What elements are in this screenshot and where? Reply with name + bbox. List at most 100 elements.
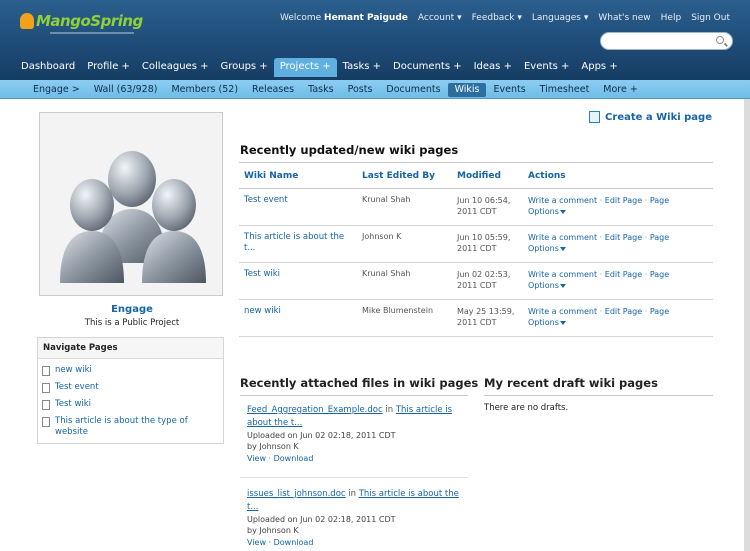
file-link[interactable]: issues_list_johnson.doc xyxy=(247,489,346,499)
page-link[interactable]: Page xyxy=(650,196,669,205)
nav-page-item: This article is about the type of websit… xyxy=(42,416,223,438)
subnav-wall[interactable]: Wall (63/928) xyxy=(87,83,165,97)
tab-events[interactable]: Events + xyxy=(518,58,575,77)
nav-page-item: new wiki xyxy=(42,365,223,376)
tab-projects[interactable]: Projects + xyxy=(273,58,337,77)
options-dropdown[interactable]: Options xyxy=(528,207,566,216)
logo-text: MangoSpring xyxy=(36,12,143,30)
mangospring-logo[interactable]: MangoSpring xyxy=(20,12,143,34)
wiki-name-link[interactable]: Test wiki xyxy=(244,269,280,279)
edit-page-link[interactable]: Edit Page xyxy=(605,307,642,316)
file-link[interactable]: Feed_Aggregation_Example.doc xyxy=(247,405,383,415)
document-icon xyxy=(42,383,50,393)
subnav-members[interactable]: Members (52) xyxy=(164,83,245,97)
subnav-events[interactable]: Events xyxy=(486,83,532,97)
search-input[interactable] xyxy=(600,32,733,50)
project-avatar xyxy=(39,112,223,296)
main-nav: Dashboard Profile + Colleagues + Groups … xyxy=(15,58,624,77)
search-icon[interactable] xyxy=(716,36,724,44)
tab-tasks[interactable]: Tasks + xyxy=(337,58,387,77)
subnav-posts[interactable]: Posts xyxy=(341,83,380,97)
languages-menu[interactable]: Languages ▾ xyxy=(532,13,589,23)
subnav-documents[interactable]: Documents xyxy=(379,83,447,97)
drafts-title: My recent draft wiki pages xyxy=(484,376,658,390)
write-comment-link[interactable]: Write a comment xyxy=(528,196,597,205)
create-wiki-button[interactable]: Create a Wiki page xyxy=(589,111,712,123)
table-row: Test wiki Krunal Shah Jun 02 02:53, 2011… xyxy=(239,262,713,300)
write-comment-link[interactable]: Write a comment xyxy=(528,307,597,316)
tab-documents[interactable]: Documents + xyxy=(387,58,468,77)
row-actions: Write a comment · Edit Page · Page Option… xyxy=(523,262,713,300)
wiki-name-link[interactable]: This article is about the t... xyxy=(244,232,344,253)
table-row: Test event Krunal Shah Jun 10 06:54, 201… xyxy=(239,188,713,226)
col-actions: Actions xyxy=(523,162,713,189)
options-dropdown[interactable]: Options xyxy=(528,244,566,253)
last-edited-by: Johnson K xyxy=(357,225,452,263)
subnav-more[interactable]: More + xyxy=(596,83,645,97)
options-dropdown[interactable]: Options xyxy=(528,318,566,327)
document-icon xyxy=(42,400,50,410)
table-row: new wiki Mike Blumenstein May 25 13:59, … xyxy=(239,299,713,337)
subnav-releases[interactable]: Releases xyxy=(245,83,301,97)
col-last-edited[interactable]: Last Edited By xyxy=(357,162,452,189)
row-actions: Write a comment · Edit Page · Page Option… xyxy=(523,188,713,226)
document-icon xyxy=(42,366,50,376)
project-subnav: Engage > Wall (63/928) Members (52) Rele… xyxy=(0,80,750,99)
caret-down-icon xyxy=(559,246,566,251)
caret-down-icon xyxy=(559,283,566,288)
logo-tagline-bar xyxy=(50,32,134,34)
wiki-name-link[interactable]: Test event xyxy=(244,195,288,205)
attached-file-item: Feed_Aggregation_Example.doc in This art… xyxy=(247,404,462,465)
scrollbar-track[interactable] xyxy=(744,99,750,551)
subnav-engage[interactable]: Engage > xyxy=(26,83,87,97)
account-menu[interactable]: Account ▾ xyxy=(418,13,462,23)
tab-groups[interactable]: Groups + xyxy=(214,58,273,77)
nav-page-link[interactable]: new wiki xyxy=(55,365,92,376)
tab-profile[interactable]: Profile + xyxy=(81,58,136,77)
options-dropdown[interactable]: Options xyxy=(528,281,566,290)
view-link[interactable]: View xyxy=(247,454,266,463)
tab-colleagues[interactable]: Colleagues + xyxy=(136,58,215,77)
edit-page-link[interactable]: Edit Page xyxy=(605,233,642,242)
modified-date: Jun 10 05:59, 2011 CDT xyxy=(452,225,523,263)
nav-page-item: Test event xyxy=(42,382,223,393)
subnav-timesheet[interactable]: Timesheet xyxy=(533,83,597,97)
page-link[interactable]: Page xyxy=(650,270,669,279)
divider xyxy=(240,477,468,478)
col-modified[interactable]: Modified xyxy=(452,162,523,189)
view-link[interactable]: View xyxy=(247,538,266,547)
divider xyxy=(484,395,713,396)
attached-file-item: issues_list_johnson.doc in This article … xyxy=(247,488,462,549)
col-wiki-name[interactable]: Wiki Name xyxy=(239,162,357,189)
mango-icon xyxy=(20,13,34,29)
nav-page-link[interactable]: Test wiki xyxy=(55,399,91,410)
modified-date: Jun 02 02:53, 2011 CDT xyxy=(452,262,523,300)
project-name[interactable]: Engage xyxy=(39,304,225,315)
recent-wiki-title: Recently updated/new wiki pages xyxy=(240,143,459,157)
help-link[interactable]: Help xyxy=(661,13,682,23)
write-comment-link[interactable]: Write a comment xyxy=(528,233,597,242)
nav-page-link[interactable]: Test event xyxy=(55,382,99,393)
download-link[interactable]: Download xyxy=(274,538,314,547)
table-row: This article is about the t... Johnson K… xyxy=(239,225,713,263)
edit-page-link[interactable]: Edit Page xyxy=(605,270,642,279)
tab-dashboard[interactable]: Dashboard xyxy=(15,58,81,77)
whats-new-link[interactable]: What's new xyxy=(598,13,650,23)
page-link[interactable]: Page xyxy=(650,233,669,242)
edit-page-link[interactable]: Edit Page xyxy=(605,196,642,205)
wiki-name-link[interactable]: new wiki xyxy=(244,306,281,316)
tab-ideas[interactable]: Ideas + xyxy=(468,58,518,77)
write-comment-link[interactable]: Write a comment xyxy=(528,270,597,279)
wiki-add-icon xyxy=(589,111,601,123)
feedback-menu[interactable]: Feedback ▾ xyxy=(472,13,522,23)
download-link[interactable]: Download xyxy=(274,454,314,463)
navigate-pages-panel: Navigate Pages new wiki Test event Test … xyxy=(37,337,224,444)
subnav-tasks[interactable]: Tasks xyxy=(301,83,340,97)
sign-out-link[interactable]: Sign Out xyxy=(691,13,730,23)
nav-page-link[interactable]: This article is about the type of websit… xyxy=(55,416,223,438)
page-link[interactable]: Page xyxy=(650,307,669,316)
tab-apps[interactable]: Apps + xyxy=(575,58,623,77)
row-actions: Write a comment · Edit Page · Page Option… xyxy=(523,225,713,263)
upload-date: Uploaded on Jun 02 02:18, 2011 CDT xyxy=(247,431,396,440)
subnav-wikis[interactable]: Wikis xyxy=(447,83,487,97)
